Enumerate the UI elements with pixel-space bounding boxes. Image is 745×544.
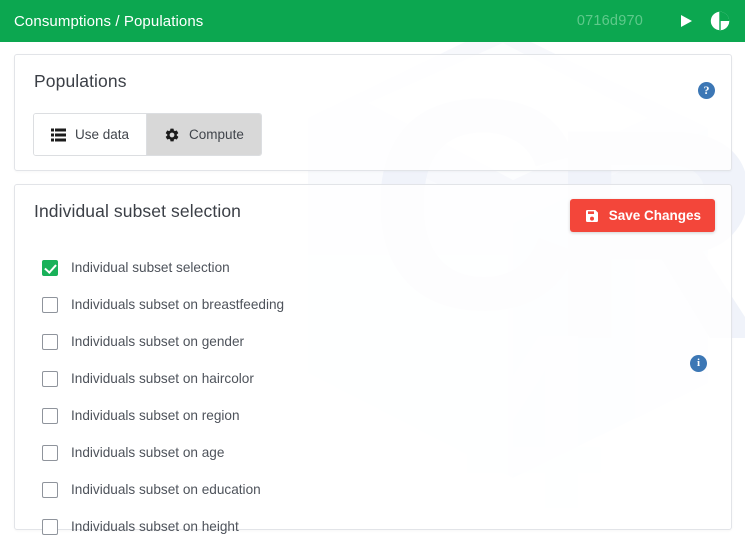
list-item: Individuals subset on region [42, 397, 713, 434]
page-body: C R 4 Populations ? [0, 42, 745, 544]
subset-checkbox-list: Individual subset selection Individuals … [33, 249, 713, 544]
content-area: Populations ? Use data Compute Individua… [0, 42, 745, 535]
contrast-circle-icon [709, 10, 731, 32]
checkbox-label[interactable]: Individuals subset on age [71, 445, 224, 460]
list-item: Individuals subset on height [42, 508, 713, 544]
list-item: Individuals subset on gender [42, 323, 713, 360]
floppy-save-icon [584, 208, 600, 224]
checkbox-label[interactable]: Individual subset selection [71, 260, 230, 275]
theme-toggle-button[interactable] [703, 0, 737, 42]
population-mode-button-group: Use data Compute [33, 113, 262, 156]
checkbox-label[interactable]: Individuals subset on height [71, 519, 239, 534]
play-icon [678, 13, 694, 29]
use-data-button[interactable]: Use data [34, 114, 147, 155]
checkbox-subset-region[interactable] [42, 407, 58, 424]
help-circle-icon[interactable]: ? [698, 82, 715, 99]
populations-card-title: Populations [34, 71, 127, 91]
list-item: Individuals subset on age [42, 434, 713, 471]
info-circle-icon[interactable]: i [690, 355, 707, 372]
use-data-button-label: Use data [75, 127, 130, 142]
compute-button[interactable]: Compute [146, 114, 261, 155]
checkbox-label[interactable]: Individuals subset on region [71, 408, 240, 423]
top-app-bar: Consumptions / Populations 0716d970 [0, 0, 745, 42]
save-changes-button-label: Save Changes [608, 208, 701, 223]
populations-card: Populations ? Use data Compute [14, 54, 732, 171]
session-code: 0716d970 [576, 13, 643, 29]
checkbox-subset-gender[interactable] [42, 333, 58, 350]
run-button[interactable] [669, 0, 703, 42]
checkbox-label[interactable]: Individuals subset on breastfeeding [71, 297, 284, 312]
checkbox-individual-subset-selection[interactable] [42, 259, 58, 276]
checkbox-subset-height[interactable] [42, 518, 58, 535]
list-data-icon [51, 128, 66, 142]
checkbox-subset-age[interactable] [42, 444, 58, 461]
gear-icon [164, 127, 180, 143]
list-item: Individuals subset on haircolor [42, 360, 713, 397]
list-item: Individuals subset on education [42, 471, 713, 508]
save-changes-button[interactable]: Save Changes [569, 199, 715, 232]
checkbox-label[interactable]: Individuals subset on education [71, 482, 261, 497]
list-item: Individuals subset on breastfeeding [42, 286, 713, 323]
compute-button-label: Compute [189, 127, 244, 142]
list-item: Individual subset selection [42, 249, 713, 286]
checkbox-label[interactable]: Individuals subset on haircolor [71, 371, 254, 386]
checkbox-subset-education[interactable] [42, 481, 58, 498]
checkbox-subset-haircolor[interactable] [42, 370, 58, 387]
checkbox-label[interactable]: Individuals subset on gender [71, 334, 244, 349]
checkbox-subset-breastfeeding[interactable] [42, 296, 58, 313]
individual-subset-selection-card: Individual subset selection Save Changes… [14, 184, 732, 535]
page-title: Consumptions / Populations [14, 12, 204, 30]
